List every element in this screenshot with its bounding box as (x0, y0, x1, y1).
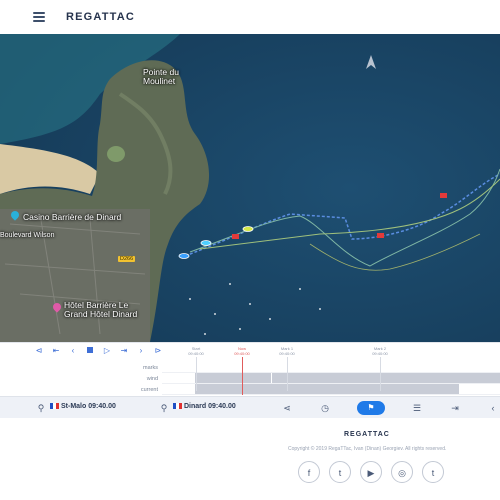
facebook-icon[interactable]: f (298, 461, 320, 483)
mark-line-2 (380, 357, 381, 391)
next-icon[interactable]: ⇥ (118, 346, 130, 356)
youtube-icon[interactable]: ▶ (360, 461, 382, 483)
twitter-icon[interactable]: t (329, 461, 351, 483)
satellite-map[interactable]: Pointe du Moulinet Casino Barrière de Di… (0, 34, 500, 342)
timeline-panel: ⊲ ⇤ ‹ ▷ ⇥ › ⊳ Start 09:40:00 Now 09:40:00 … (0, 342, 500, 397)
footer-logo[interactable]: REGATTAC (344, 431, 390, 438)
map-label-boulevard: Boulevard Wilson (0, 232, 55, 239)
mark-line-start (196, 357, 197, 391)
top-bar: REGATTAC (0, 0, 500, 35)
skip-start-icon[interactable]: ⊲ (33, 346, 45, 356)
mark-start: Start 09:40:00 (188, 346, 204, 356)
map-label-casino: Casino Barrière de Dinard (23, 212, 122, 222)
hamburger-icon[interactable] (33, 12, 45, 22)
app-logo[interactable]: REGATTAC (66, 11, 135, 23)
map-label-hotel: Hôtel Barrière Le Grand Hôtel Dinard (64, 300, 138, 319)
mark-line-1 (287, 357, 288, 391)
origin-label: St-Malo 09:40.00 (50, 403, 116, 410)
tumblr-icon[interactable]: t (422, 461, 444, 483)
france-flag-icon (50, 403, 59, 410)
playhead[interactable] (242, 357, 243, 395)
location-pin-icon: ⚲ (37, 403, 45, 413)
share-icon[interactable]: ⋖ (280, 401, 294, 415)
france-flag-icon (173, 403, 182, 410)
wind-bar-1 (195, 373, 271, 383)
map-label-pointe: Pointe du Moulinet (143, 67, 179, 86)
track-wind[interactable] (162, 373, 500, 384)
track-current[interactable] (162, 384, 500, 395)
bottom-toolbar: ⚲ St-Malo 09:40.00 ⚲ Dinard 09:40.00 ⋖ ◷… (0, 396, 500, 419)
stop-icon[interactable] (84, 346, 96, 356)
chevron-icon[interactable]: ‹ (486, 401, 500, 415)
location-pin-icon: ⚲ (160, 403, 168, 413)
mark-1: Mark 1 09:40:00 (279, 346, 295, 356)
track-label-marks: marks (143, 365, 158, 371)
mark-now: Now 09:40:00 (234, 346, 250, 356)
destination-label: Dinard 09:40.00 (173, 403, 236, 410)
north-arrow-icon (366, 55, 376, 69)
track-label-current: current (140, 387, 158, 393)
copyright-text: Copyright © 2019 RegaTTac, Ivan (Dinan) … (288, 446, 447, 452)
exit-icon[interactable]: ⇥ (448, 401, 462, 415)
list-icon[interactable]: ☰ (410, 401, 424, 415)
road-badge: D266 (118, 256, 136, 262)
timer-icon[interactable]: ◷ (318, 401, 332, 415)
skip-end-icon[interactable]: ⊳ (152, 346, 164, 356)
footer: REGATTAC Copyright © 2019 RegaTTac, Ivan… (0, 418, 500, 500)
race-flag-icon[interactable]: ⚑ (357, 401, 385, 415)
play-icon[interactable]: ▷ (101, 346, 113, 356)
current-bar (195, 384, 459, 394)
track-marks[interactable] (162, 362, 500, 373)
prev-icon[interactable]: ‹ (67, 346, 79, 356)
step-forward-icon[interactable]: › (135, 346, 147, 356)
mark-2: Mark 2 09:40:00 (372, 346, 388, 356)
instagram-icon[interactable]: ◎ (391, 461, 413, 483)
step-back-icon[interactable]: ⇤ (50, 346, 62, 356)
track-label-wind: wind (146, 376, 158, 382)
wind-bar-2 (272, 373, 500, 383)
